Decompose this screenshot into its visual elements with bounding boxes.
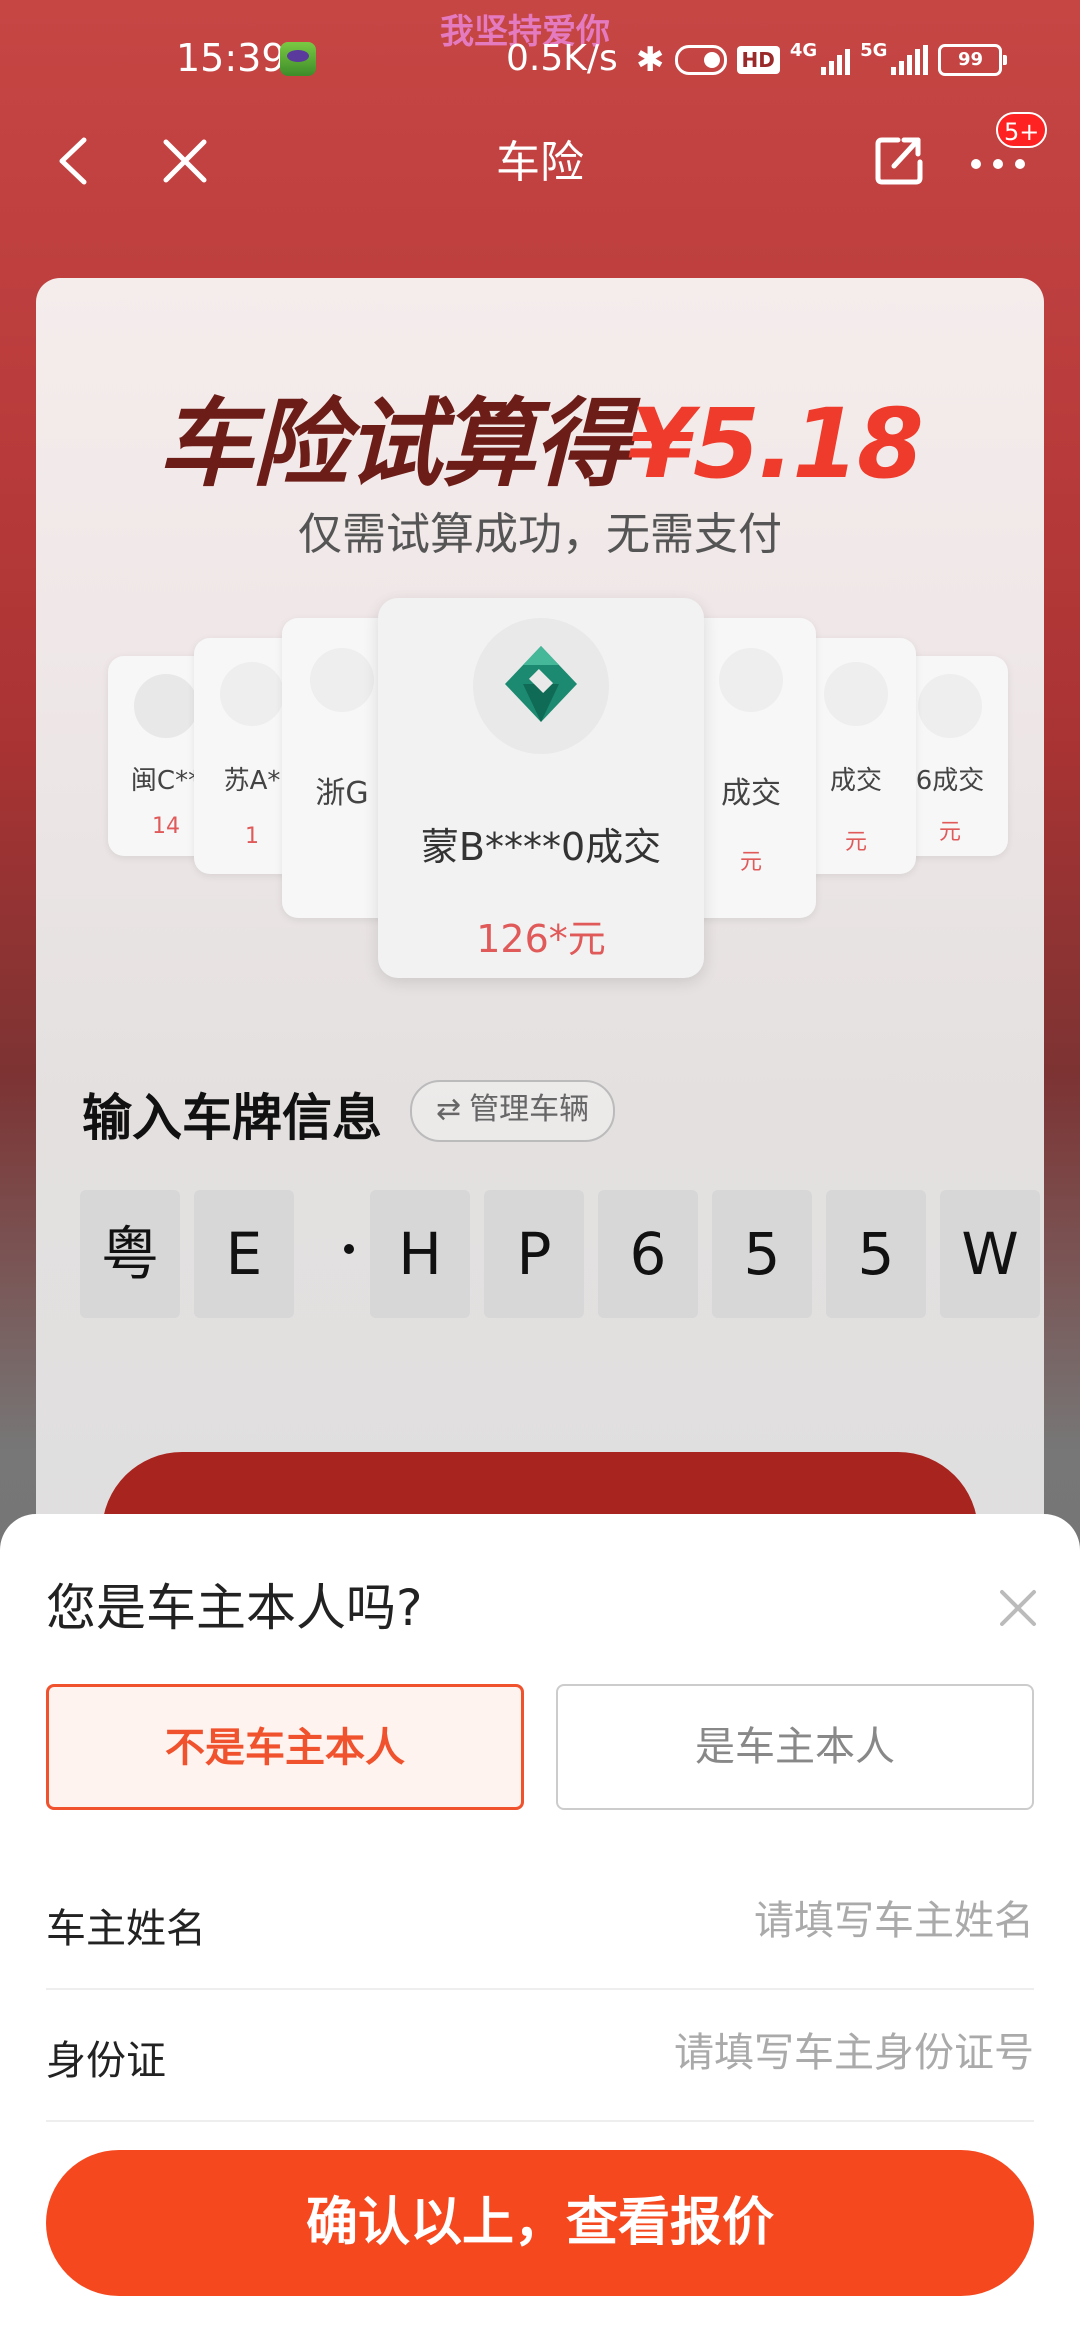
notification-badge: 5+	[996, 112, 1048, 148]
confirm-button[interactable]: 确认以上，查看报价	[46, 2150, 1034, 2296]
plate-separator-dot	[344, 1244, 354, 1254]
app-notification-icon	[280, 42, 316, 76]
swap-icon: ⇄	[436, 1092, 462, 1127]
plate-char-box[interactable]: 5	[712, 1190, 812, 1318]
toggle-icon	[674, 45, 727, 75]
hd-icon: HD	[736, 46, 780, 74]
promo-card: 车险试算得¥5.18 仅需试算成功，无需支付 闽C** 14 苏A* 1 浙G …	[36, 278, 1044, 1678]
status-time: 15:39	[176, 36, 286, 80]
network-4g-label: 4G	[789, 40, 818, 61]
plate-char-box[interactable]: H	[370, 1190, 470, 1318]
insurer-logo-icon	[310, 648, 374, 712]
id-number-row: 身份证	[46, 1988, 1034, 2122]
status-icons: ✱ HD 4G 5G 99	[636, 40, 1008, 80]
deal-plate: 成交	[721, 776, 781, 811]
owner-name-input[interactable]	[414, 1886, 1034, 1956]
plate-input[interactable]: 粤 E H P 6 5 5 W	[80, 1190, 1040, 1320]
is-owner-option[interactable]: 是车主本人	[556, 1684, 1034, 1810]
network-5g-label: 5G	[860, 40, 888, 61]
manage-vehicles-button[interactable]: ⇄ 管理车辆	[410, 1080, 616, 1142]
deal-card-featured: 蒙B****0成交 126*元	[378, 598, 704, 978]
insurer-logo-icon	[824, 662, 888, 726]
plate-char-box[interactable]: 6	[598, 1190, 698, 1318]
id-number-label: 身份证	[46, 2038, 166, 2084]
owner-name-row: 车主姓名	[46, 1856, 1034, 1990]
owner-confirm-sheet: 您是车主本人吗? 不是车主本人 是车主本人 车主姓名 身份证 确认以上，查看报价	[0, 1514, 1080, 2340]
plate-char-box[interactable]: E	[194, 1190, 294, 1318]
plate-char-box[interactable]: 5	[826, 1190, 926, 1318]
id-number-input[interactable]	[414, 2018, 1034, 2088]
nav-bar: 车险 5+	[0, 112, 1080, 200]
promo-title-text: 车险试算得	[158, 388, 630, 500]
promo-amount: ¥5.18	[628, 388, 924, 500]
status-bar: 15:39 我坚持爱你 0.5K/s ✱ HD 4G 5G 99	[0, 0, 1080, 120]
deal-plate: 蒙B****0成交	[420, 825, 662, 869]
insurer-logo-icon	[918, 674, 982, 738]
signal-4g-icon	[821, 45, 851, 75]
owner-name-label: 车主姓名	[46, 1906, 206, 1952]
plate-heading: 输入车牌信息	[82, 1089, 382, 1147]
deal-card: 成交 元	[686, 618, 816, 918]
deal-price: 元	[739, 850, 762, 875]
plate-char-box[interactable]: W	[940, 1190, 1040, 1318]
insurer-logo-icon	[134, 674, 198, 738]
not-owner-option[interactable]: 不是车主本人	[46, 1684, 524, 1810]
bluetooth-icon: ✱	[636, 40, 665, 80]
battery-icon: 99	[938, 44, 1008, 76]
manage-vehicles-label: 管理车辆	[469, 1092, 590, 1127]
sheet-title: 您是车主本人吗?	[46, 1579, 423, 1637]
deal-carousel[interactable]: 闽C** 14 苏A* 1 浙G 6成交 元 成交 元 成交 元 蒙B****0…	[36, 598, 1044, 978]
promo-title: 车险试算得¥5.18	[36, 366, 1044, 505]
deal-price: 126*元	[476, 917, 606, 961]
insurer-logo-icon	[473, 618, 609, 754]
insurer-logo-icon	[220, 662, 284, 726]
promo-subtitle: 仅需试算成功，无需支付	[298, 509, 782, 560]
signal-5g-icon	[891, 45, 929, 75]
plate-char-box[interactable]: P	[484, 1190, 584, 1318]
insurer-logo-icon	[719, 648, 783, 712]
share-icon[interactable]	[872, 132, 926, 188]
close-icon[interactable]	[996, 1586, 1040, 1630]
network-speed: 0.5K/s	[506, 38, 618, 79]
plate-char-box[interactable]: 粤	[80, 1190, 180, 1318]
